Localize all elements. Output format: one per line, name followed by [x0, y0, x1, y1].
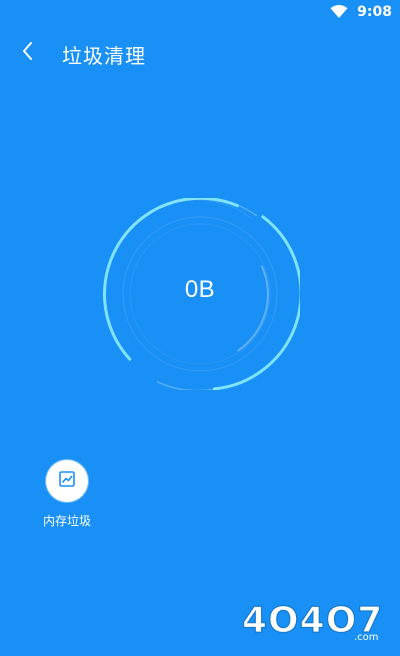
status-time: 9:08: [357, 4, 392, 20]
page-title: 垃圾清理: [62, 44, 146, 68]
memory-trash-label: 内存垃圾: [42, 514, 91, 528]
status-bar: 9:08: [0, 0, 400, 24]
chart-icon: [58, 470, 76, 492]
junk-size-value: 0B: [184, 276, 216, 303]
back-button[interactable]: [12, 38, 44, 68]
wifi-icon: [330, 4, 348, 23]
chevron-left-icon: [22, 41, 34, 65]
memory-trash-icon-circle: [46, 460, 88, 502]
svg-text:.com: .com: [354, 632, 379, 643]
site-watermark-logo: 4O4O7 .com: [241, 596, 392, 646]
app-bar: 垃圾清理: [0, 30, 400, 76]
cleanup-gauge: 0B: [100, 198, 300, 390]
memory-trash-button[interactable]: 内存垃圾: [32, 460, 102, 529]
